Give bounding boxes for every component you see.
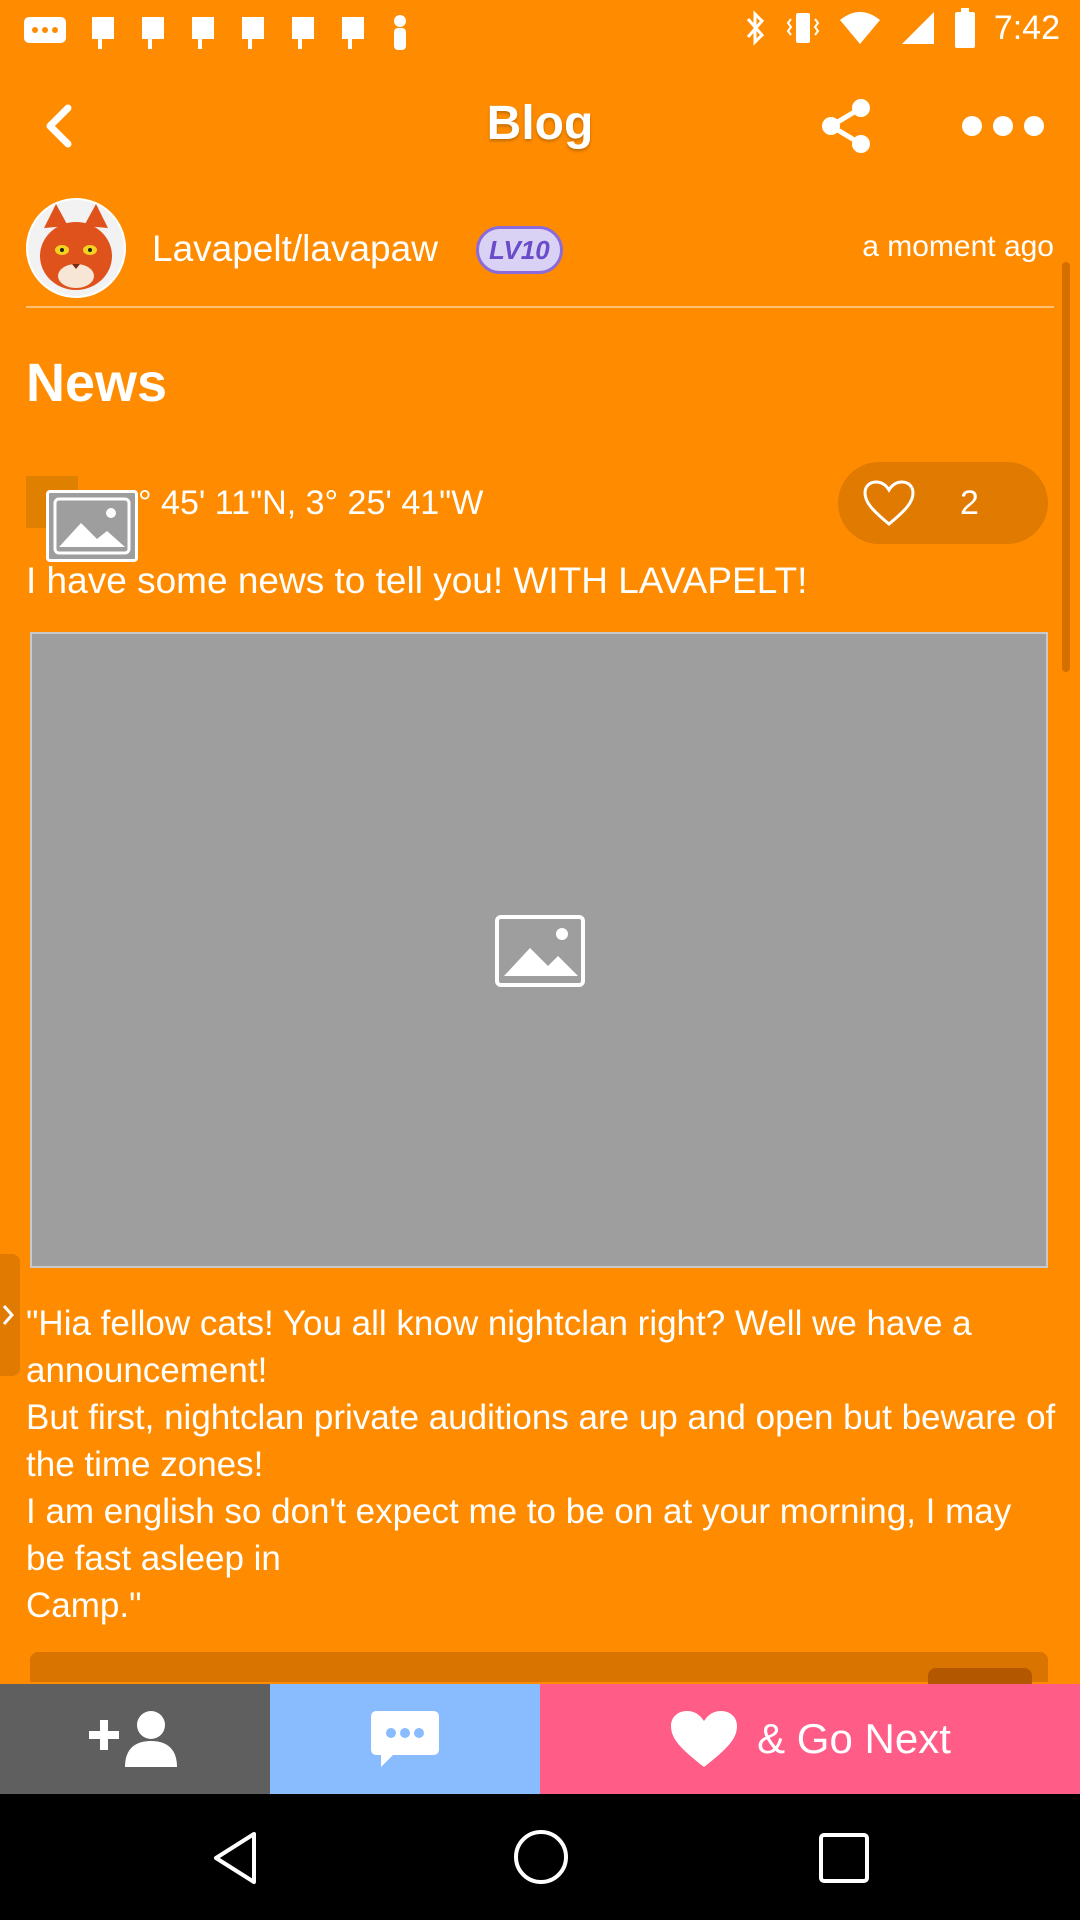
vibrate-icon — [786, 13, 820, 43]
location-thumbnail[interactable] — [46, 490, 138, 562]
like-button[interactable]: 2 — [838, 462, 1048, 544]
like-and-next-label: & Go Next — [757, 1715, 951, 1762]
more-dots-icon — [962, 116, 1044, 136]
flag-icon — [142, 17, 164, 49]
heart-outline-icon — [863, 480, 915, 526]
post-image[interactable] — [30, 632, 1048, 1268]
system-nav-bar — [0, 1794, 1080, 1920]
status-bar: 7:42 — [0, 0, 1080, 62]
author-row: Lavapelt/lavapaw LV10 a moment ago — [26, 198, 1054, 308]
nav-home-icon[interactable] — [512, 1828, 570, 1886]
chevron-right-icon — [2, 1305, 15, 1325]
wifi-icon — [839, 12, 880, 44]
status-time: 7:42 — [993, 8, 1060, 47]
like-and-next-button[interactable]: & Go Next — [540, 1684, 1080, 1794]
side-drawer-handle[interactable] — [0, 1254, 20, 1376]
image-placeholder-icon — [495, 915, 585, 987]
nav-recent-apps-icon[interactable] — [816, 1830, 872, 1886]
system-icons: 7:42 — [744, 8, 1060, 48]
flag-icon — [342, 17, 364, 49]
flag-icon — [292, 17, 314, 49]
image-placeholder-icon — [53, 497, 131, 555]
avatar[interactable] — [26, 198, 126, 298]
author-name[interactable]: Lavapelt/lavapaw — [152, 228, 438, 270]
post-title: News — [26, 353, 168, 413]
chat-button[interactable] — [270, 1684, 540, 1794]
flag-icon — [192, 17, 214, 49]
page-title: Blog — [486, 97, 594, 150]
chat-icon — [371, 1711, 439, 1767]
like-count: 2 — [960, 484, 979, 522]
scrollbar[interactable] — [1062, 262, 1070, 672]
battery-icon — [954, 8, 975, 48]
cat-avatar-icon — [28, 200, 124, 296]
post-timestamp: a moment ago — [862, 230, 1054, 263]
location-coordinates: ° 45' 11"N, 3° 25' 41"W — [138, 484, 484, 522]
more-options-button[interactable] — [958, 108, 1048, 144]
flag-icon — [242, 17, 264, 49]
comment-bar[interactable] — [30, 1652, 1048, 1682]
add-user-icon — [89, 1711, 177, 1767]
flag-icon — [92, 17, 114, 49]
share-icon — [822, 99, 870, 153]
notification-icons — [22, 14, 412, 50]
share-button[interactable] — [815, 94, 879, 158]
post-body: "Hia fellow cats! You all know nightclan… — [26, 1304, 1056, 1625]
app-bar: Blog — [0, 62, 1080, 192]
nav-back-icon[interactable] — [206, 1828, 266, 1888]
bottom-action-bar: & Go Next — [0, 1684, 1080, 1794]
bluetooth-icon — [746, 10, 764, 46]
level-badge: LV10 — [476, 226, 563, 274]
heart-filled-icon — [671, 1711, 738, 1767]
post-subtitle: I have some news to tell you! WITH LAVAP… — [26, 560, 808, 601]
person-icon — [394, 15, 406, 50]
follow-button[interactable] — [0, 1684, 270, 1794]
message-icon — [24, 17, 66, 43]
signal-icon — [901, 12, 934, 44]
